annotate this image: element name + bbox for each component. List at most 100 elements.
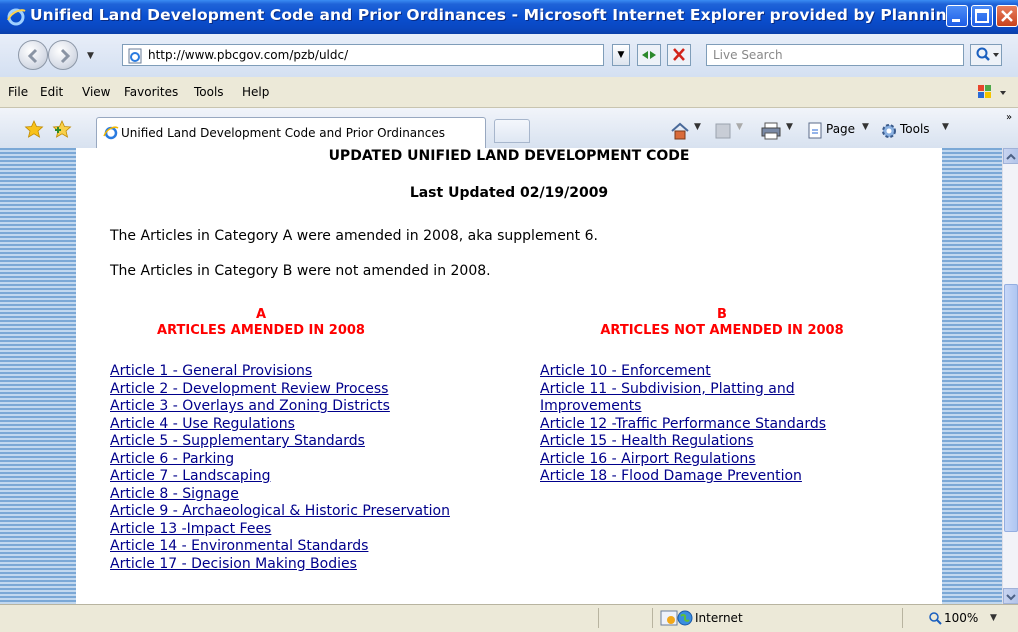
article-link[interactable]: Article 13 -Impact Fees — [110, 521, 271, 537]
article-link[interactable]: Article 3 - Overlays and Zoning District… — [110, 398, 390, 414]
list-item: Article 6 - Parking — [110, 451, 470, 469]
zoom-icon — [929, 612, 942, 625]
tools-dropdown[interactable]: ▼ — [942, 122, 949, 132]
list-item: Article 16 - Airport Regulations — [540, 451, 930, 469]
tools-gear-icon[interactable] — [880, 122, 898, 140]
page-icon[interactable] — [806, 122, 824, 140]
article-link[interactable]: Article 10 - Enforcement — [540, 363, 711, 379]
category-b-note: The Articles in Category B were not amen… — [110, 263, 491, 279]
search-input[interactable]: Live Search — [706, 44, 964, 66]
tab-active[interactable]: Unified Land Development Code and Prior … — [96, 117, 486, 148]
back-button[interactable] — [18, 40, 48, 70]
article-link[interactable]: Article 17 - Decision Making Bodies — [110, 556, 357, 572]
article-link[interactable]: Article 4 - Use Regulations — [110, 416, 295, 432]
column-a-links: Article 1 - General Provisions Article 2… — [110, 363, 470, 573]
protected-mode-icon[interactable] — [660, 610, 678, 626]
vertical-scrollbar[interactable] — [1002, 148, 1018, 604]
scroll-up-button[interactable] — [1003, 148, 1018, 164]
command-bar: Unified Land Development Code and Prior … — [0, 108, 1018, 149]
ie-tab-icon — [103, 126, 119, 140]
close-icon — [1001, 10, 1013, 22]
article-link[interactable]: Article 18 - Flood Damage Prevention — [540, 468, 802, 484]
print-dropdown[interactable]: ▼ — [786, 122, 793, 132]
new-tab-button[interactable] — [494, 119, 530, 143]
article-link[interactable]: Article 8 - Signage — [110, 486, 239, 502]
column-b-links: Article 10 - Enforcement Article 11 - Su… — [540, 363, 930, 486]
recent-pages-dropdown[interactable]: ▼ — [87, 51, 94, 61]
address-toolbar: ▼ http://www.pbcgov.com/pzb/uldc/ ▼ Live… — [0, 34, 1018, 77]
list-item: Article 2 - Development Review Process — [110, 381, 470, 399]
list-item: Article 9 - Archaeological & Historic Pr… — [110, 503, 470, 521]
article-link[interactable]: Article 16 - Airport Regulations — [540, 451, 756, 467]
status-divider — [652, 608, 653, 628]
column-a-title: ARTICLES AMENDED IN 2008 — [157, 323, 365, 338]
article-link[interactable]: Article 9 - Archaeological & Historic Pr… — [110, 503, 450, 519]
page-menu-label[interactable]: Page — [826, 122, 855, 136]
zoom-dropdown[interactable]: ▼ — [990, 613, 997, 623]
article-link[interactable]: Article 14 - Environmental Standards — [110, 538, 368, 554]
scroll-down-button[interactable] — [1003, 588, 1018, 604]
address-dropdown[interactable]: ▼ — [612, 44, 630, 66]
document-body: UPDATED UNIFIED LAND DEVELOPMENT CODE La… — [76, 148, 942, 604]
chevron-more-icon[interactable]: » — [1006, 112, 1012, 123]
page-dropdown[interactable]: ▼ — [862, 122, 869, 132]
article-link[interactable]: Article 6 - Parking — [110, 451, 234, 467]
article-link[interactable]: Article 7 - Landscaping — [110, 468, 270, 484]
search-placeholder: Live Search — [713, 48, 783, 62]
article-link[interactable]: Article 2 - Development Review Process — [110, 381, 388, 397]
menu-favorites[interactable]: Favorites — [124, 85, 178, 99]
column-a-letter: A — [255, 307, 267, 322]
favorites-star-icon[interactable] — [24, 120, 44, 138]
refresh-button[interactable] — [637, 44, 661, 66]
home-dropdown[interactable]: ▼ — [694, 122, 701, 132]
left-border-stripe — [0, 148, 76, 604]
column-b-heading: B ARTICLES NOT AMENDED IN 2008 — [540, 307, 904, 339]
security-zone-label: Internet — [695, 611, 743, 625]
menu-edit[interactable]: Edit — [40, 85, 63, 99]
menu-view[interactable]: View — [82, 85, 110, 99]
list-item: Article 4 - Use Regulations — [110, 416, 470, 434]
ie-page-icon — [128, 48, 142, 64]
windows-flag-icon[interactable] — [976, 83, 1012, 101]
feeds-dropdown[interactable]: ▼ — [736, 122, 743, 132]
search-button[interactable] — [970, 44, 1002, 66]
maximize-icon — [975, 9, 989, 23]
maximize-button[interactable] — [971, 5, 993, 27]
last-updated: Last Updated 02/19/2009 — [409, 185, 609, 201]
print-icon[interactable] — [760, 122, 782, 140]
article-link[interactable]: Article 1 - General Provisions — [110, 363, 312, 379]
list-item: Article 17 - Decision Making Bodies — [110, 556, 470, 574]
list-item: Article 14 - Environmental Standards — [110, 538, 470, 556]
article-link[interactable]: Article 12 -Traffic Performance Standard… — [540, 416, 826, 432]
refresh-icon — [642, 51, 656, 59]
status-bar: Internet 100% ▼ — [0, 604, 1018, 632]
list-item: Article 18 - Flood Damage Prevention — [540, 468, 930, 486]
stop-button[interactable] — [667, 44, 691, 66]
article-link[interactable]: Article 15 - Health Regulations — [540, 433, 754, 449]
tools-menu-label[interactable]: Tools — [900, 122, 930, 136]
list-item: Article 5 - Supplementary Standards — [110, 433, 470, 451]
article-link[interactable]: Article 5 - Supplementary Standards — [110, 433, 365, 449]
list-item: Article 15 - Health Regulations — [540, 433, 930, 451]
home-icon[interactable] — [670, 122, 690, 140]
add-favorites-icon[interactable] — [52, 120, 72, 138]
address-field[interactable]: http://www.pbcgov.com/pzb/uldc/ — [122, 44, 604, 66]
feeds-icon[interactable] — [714, 122, 732, 140]
minimize-button[interactable] — [946, 5, 968, 27]
chevron-up-icon — [1006, 153, 1016, 160]
menu-tools[interactable]: Tools — [194, 85, 224, 99]
article-link[interactable]: Article 11 - Subdivision, Platting and I… — [540, 381, 795, 415]
menu-bar: File Edit View Favorites Tools Help — [0, 77, 1018, 108]
chevron-down-icon — [1006, 594, 1016, 601]
scroll-thumb[interactable] — [1004, 284, 1018, 532]
menu-help[interactable]: Help — [242, 85, 269, 99]
list-item: Article 13 -Impact Fees — [110, 521, 470, 539]
list-item: Article 7 - Landscaping — [110, 468, 470, 486]
close-button[interactable] — [996, 5, 1018, 27]
page-viewport: UPDATED UNIFIED LAND DEVELOPMENT CODE La… — [0, 148, 1002, 604]
menu-file[interactable]: File — [8, 85, 28, 99]
forward-button[interactable] — [48, 40, 78, 70]
globe-icon — [677, 610, 693, 626]
zoom-level[interactable]: 100% — [944, 611, 978, 625]
window-title: Unified Land Development Code and Prior … — [30, 6, 988, 24]
